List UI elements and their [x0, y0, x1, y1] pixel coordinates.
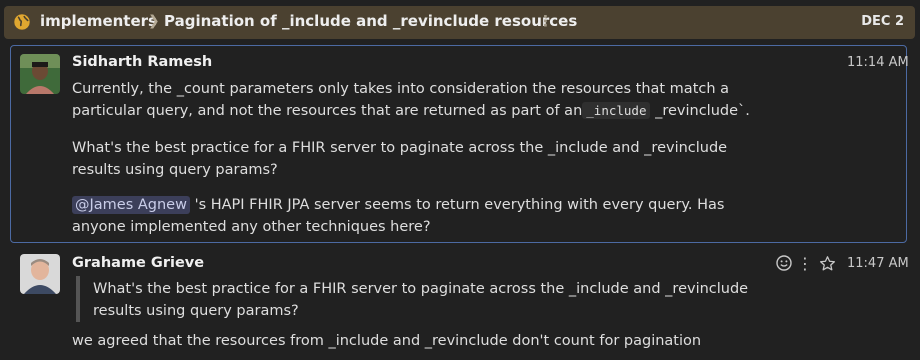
- stream-name[interactable]: implementers: [40, 12, 157, 30]
- chevron-right-icon: ❯: [148, 13, 160, 29]
- quote-bar: [76, 276, 80, 322]
- topic-header: implementers ❯ Pagination of _include an…: [4, 6, 915, 39]
- message-paragraph: @James Agnew 's HAPI FHIR JPA server see…: [72, 194, 772, 238]
- message-paragraph: Currently, the _count parameters only ta…: [72, 78, 772, 122]
- message-paragraph: we agreed that the resources from _inclu…: [72, 333, 702, 349]
- message-time[interactable]: 11:47 AM: [847, 256, 909, 271]
- kebab-icon[interactable]: ⋮: [538, 12, 553, 30]
- message-time[interactable]: 11:14 AM: [847, 55, 909, 70]
- inline-code: _include: [582, 102, 651, 119]
- avatar[interactable]: [20, 254, 60, 294]
- smile-icon[interactable]: [775, 254, 793, 272]
- sender-name[interactable]: Sidharth Ramesh: [72, 54, 212, 70]
- avatar[interactable]: [20, 54, 60, 94]
- message-text: _revinclude`.: [650, 103, 750, 119]
- sender-name[interactable]: Grahame Grieve: [72, 255, 204, 271]
- date-label: DEC 2: [861, 14, 904, 29]
- star-icon[interactable]: [818, 254, 836, 272]
- quoted-text: What's the best practice for a FHIR serv…: [93, 281, 753, 319]
- kebab-icon[interactable]: ⋮: [797, 253, 813, 273]
- topic-name[interactable]: Pagination of _include and _revinclude r…: [164, 12, 577, 30]
- user-mention[interactable]: @James Agnew: [72, 196, 190, 214]
- message-paragraph: What's the best practice for a FHIR serv…: [72, 140, 732, 178]
- globe-icon: [13, 13, 31, 31]
